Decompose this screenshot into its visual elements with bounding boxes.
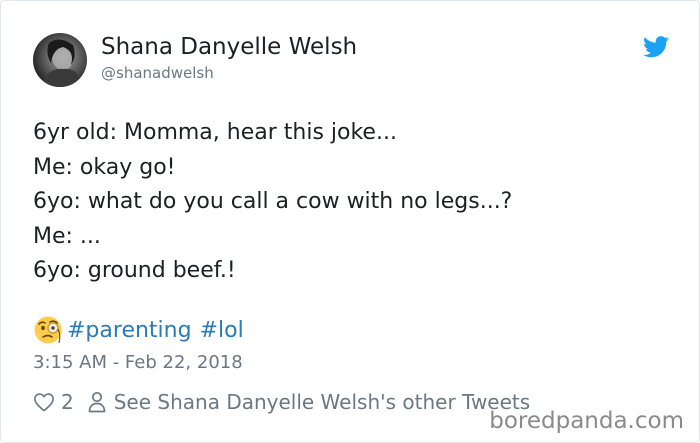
tweet-line: 6yo: what do you call a cow with no legs… — [33, 189, 513, 214]
person-icon — [88, 391, 106, 413]
other-tweets-link[interactable]: See Shana Danyelle Welsh's other Tweets — [114, 390, 530, 414]
watermark: boredpanda.com — [489, 408, 684, 434]
twitter-bird-icon[interactable] — [643, 36, 669, 58]
tweet-actions: 2 See Shana Danyelle Welsh's other Tweet… — [33, 388, 530, 416]
face-with-monocle-icon — [34, 316, 62, 344]
author-handle[interactable]: @shanadwelsh — [101, 64, 214, 82]
tweet-line: 6yo: ground beef.! — [33, 258, 236, 283]
tweet-line: 6yr old: Momma, hear this joke... — [33, 120, 397, 145]
tweet-line: Me: okay go! — [33, 154, 176, 180]
hashtag-row: #parenting #lol — [33, 314, 252, 346]
tweet-text: 6yr old: Momma, hear this joke... Me: ok… — [33, 116, 512, 289]
tweet-card: Shana Danyelle Welsh @shanadwelsh 6yr ol… — [0, 0, 700, 443]
hashtag-lol[interactable]: #lol — [200, 318, 244, 343]
hashtag-parenting[interactable]: #parenting — [67, 318, 192, 343]
avatar-photo — [41, 39, 83, 87]
avatar[interactable] — [33, 33, 87, 87]
tweet-timestamp[interactable]: 3:15 AM - Feb 22, 2018 — [33, 352, 243, 373]
like-count[interactable]: 2 — [61, 390, 74, 414]
author-name[interactable]: Shana Danyelle Welsh — [101, 34, 357, 60]
tweet-line: Me: ... — [33, 223, 101, 249]
heart-icon[interactable] — [33, 392, 55, 412]
